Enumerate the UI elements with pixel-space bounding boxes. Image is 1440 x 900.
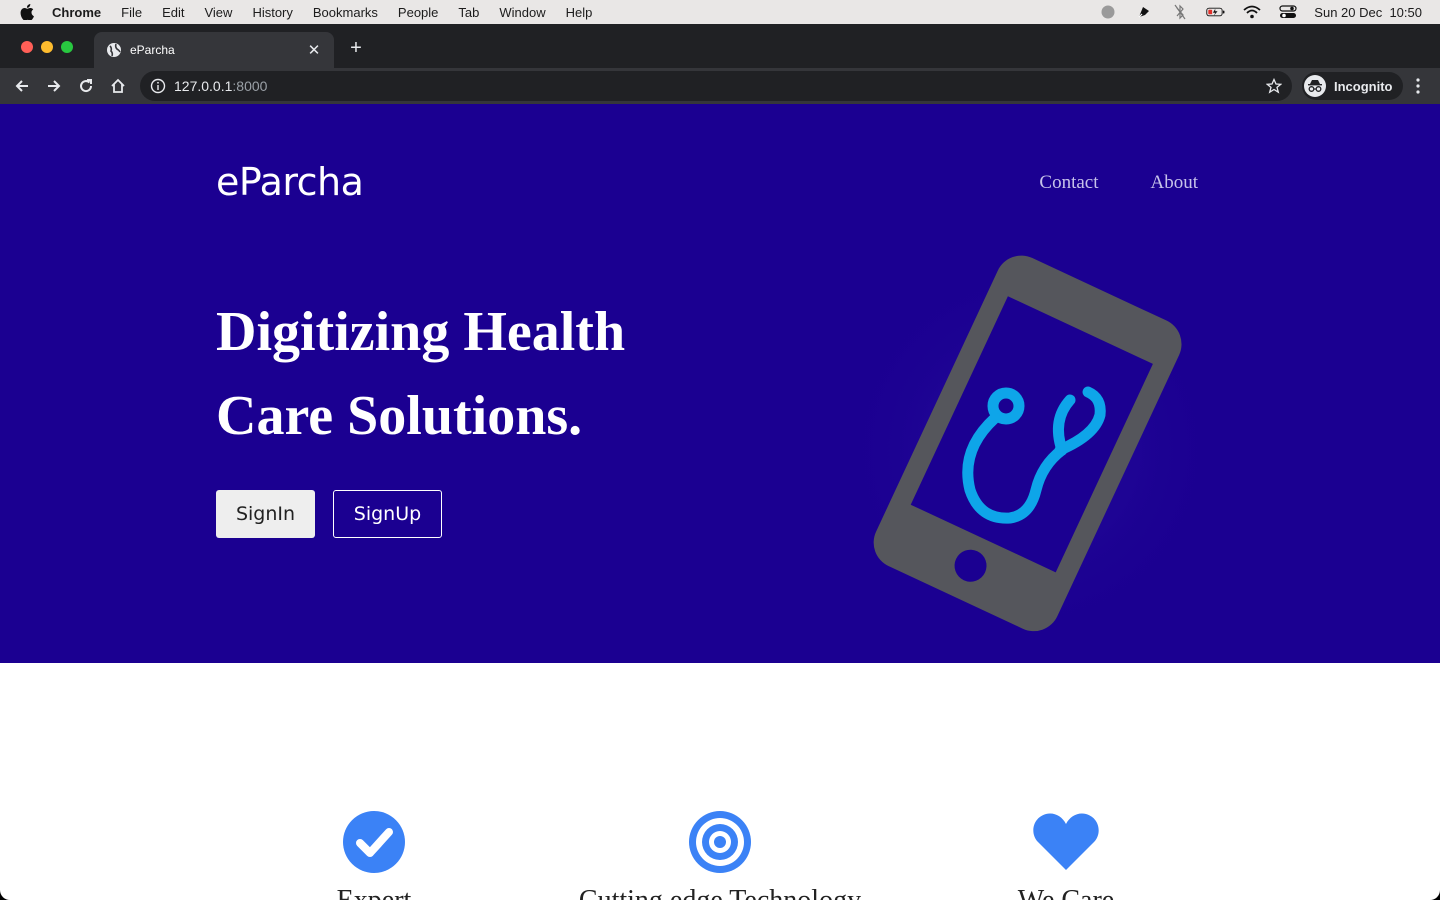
menu-edit[interactable]: Edit — [162, 5, 184, 20]
hero-headline-line1: Digitizing Health — [216, 301, 626, 363]
browser-toolbar: 127.0.0.1:8000 Incognito — [0, 68, 1440, 104]
menubar-clock[interactable]: Sun 20 Dec 10:50 — [1314, 5, 1422, 20]
incognito-icon — [1304, 75, 1326, 97]
tab-title: eParcha — [130, 43, 175, 57]
url-port: :8000 — [232, 78, 268, 94]
window-close-button[interactable] — [21, 41, 33, 53]
wifi-icon[interactable] — [1242, 4, 1262, 20]
signin-button[interactable]: SignIn — [216, 490, 315, 538]
feature-title-care: We Care — [1018, 885, 1114, 900]
pen-tool-icon[interactable] — [1134, 4, 1154, 20]
menu-bookmarks[interactable]: Bookmarks — [313, 5, 378, 20]
phone-stethoscope-illustration — [830, 250, 1230, 650]
heart-icon — [1032, 810, 1100, 874]
menu-people[interactable]: People — [398, 5, 438, 20]
menu-app-name[interactable]: Chrome — [52, 5, 101, 20]
browser-menu-icon[interactable] — [1410, 76, 1426, 96]
incognito-label: Incognito — [1334, 78, 1393, 94]
globe-icon — [106, 42, 122, 58]
reload-icon[interactable] — [76, 76, 96, 96]
browser-tabstrip: eParcha ✕ + — [0, 24, 1440, 68]
macos-menubar: Chrome File Edit View History Bookmarks … — [0, 0, 1440, 24]
nav-contact-link[interactable]: Contact — [1039, 172, 1098, 194]
menu-history[interactable]: History — [252, 5, 292, 20]
apple-logo-icon[interactable] — [20, 4, 40, 20]
menu-file[interactable]: File — [121, 5, 142, 20]
battery-charging-icon[interactable] — [1206, 4, 1226, 20]
top-nav: Contact About — [1039, 172, 1198, 194]
hero-headline: Digitizing Health Care Solutions. — [216, 290, 736, 458]
control-center-icon[interactable] — [1278, 4, 1298, 20]
record-indicator-icon[interactable] — [1098, 4, 1118, 20]
site-info-icon[interactable] — [150, 78, 166, 94]
check-circle-icon — [342, 810, 406, 874]
url-host: 127.0.0.1 — [174, 78, 233, 94]
hero-headline-line2: Care Solutions. — [216, 385, 583, 447]
incognito-profile-button[interactable]: Incognito — [1302, 72, 1403, 100]
menu-help[interactable]: Help — [566, 5, 593, 20]
back-arrow-icon[interactable] — [12, 76, 32, 96]
menu-tab[interactable]: Tab — [458, 5, 479, 20]
hero-section: eParcha Contact About Digitizing Health … — [0, 104, 1440, 663]
address-url[interactable]: 127.0.0.1:8000 — [174, 78, 267, 94]
nav-about-link[interactable]: About — [1151, 172, 1199, 194]
page-viewport: eParcha Contact About Digitizing Health … — [0, 104, 1440, 900]
menu-window[interactable]: Window — [499, 5, 545, 20]
features-section: Expert Cutting edge Technology We Care — [0, 663, 1440, 900]
window-zoom-button[interactable] — [61, 41, 73, 53]
address-bar[interactable]: 127.0.0.1:8000 — [140, 71, 1292, 101]
tab-close-icon[interactable]: ✕ — [306, 41, 322, 59]
window-minimize-button[interactable] — [41, 41, 53, 53]
home-icon[interactable] — [108, 76, 128, 96]
new-tab-icon[interactable]: + — [346, 36, 366, 60]
bookmark-star-icon[interactable] — [1265, 77, 1283, 94]
forward-arrow-icon[interactable] — [44, 76, 64, 96]
bluetooth-off-icon[interactable] — [1170, 4, 1190, 20]
menu-view[interactable]: View — [204, 5, 232, 20]
signup-button[interactable]: SignUp — [333, 490, 442, 538]
feature-title-technology: Cutting edge Technology — [579, 885, 861, 900]
site-logo[interactable]: eParcha — [216, 160, 364, 204]
feature-title-expert: Expert — [337, 885, 412, 900]
browser-tab[interactable]: eParcha ✕ — [94, 32, 334, 68]
target-icon — [688, 810, 752, 874]
